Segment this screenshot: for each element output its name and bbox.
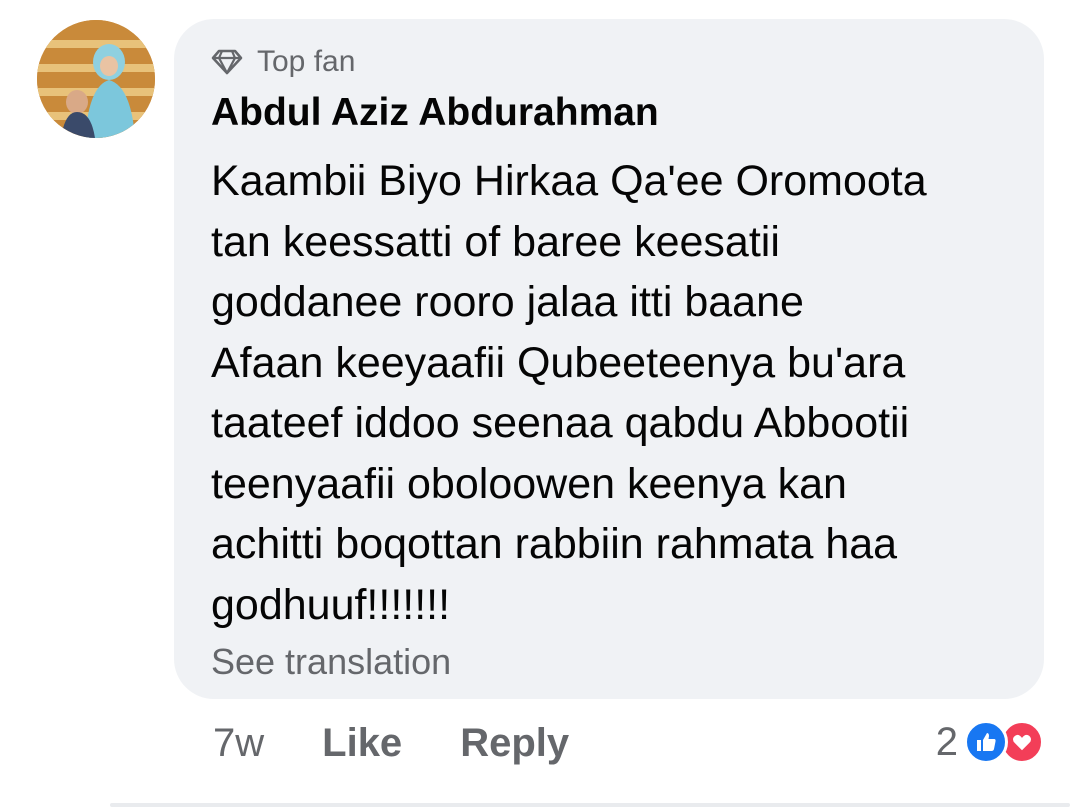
badge-label: Top fan [257, 45, 356, 78]
like-reaction-icon [964, 720, 1008, 764]
comment: Top fan Abdul Aziz Abdurahman Kaambii Bi… [0, 0, 1080, 807]
comment-author[interactable]: Abdul Aziz Abdurahman [211, 89, 1014, 137]
top-fan-badge[interactable]: Top fan [211, 45, 1014, 79]
reactions-summary[interactable]: 2 [936, 717, 1044, 767]
reply-button[interactable]: Reply [460, 721, 569, 766]
comment-text: Kaambii Biyo Hirkaa Qa'ee Oromoota tan k… [211, 157, 927, 629]
see-translation-link[interactable]: See translation [211, 639, 1014, 685]
diamond-icon [211, 49, 243, 75]
divider [110, 803, 1070, 807]
avatar[interactable] [37, 20, 155, 138]
comment-actions: 7w Like Reply [213, 718, 569, 768]
comment-timestamp[interactable]: 7w [213, 721, 264, 766]
reaction-count: 2 [935, 719, 958, 764]
like-button[interactable]: Like [322, 721, 402, 766]
comment-bubble: Top fan Abdul Aziz Abdurahman Kaambii Bi… [174, 19, 1044, 699]
avatar-photo [37, 20, 155, 138]
